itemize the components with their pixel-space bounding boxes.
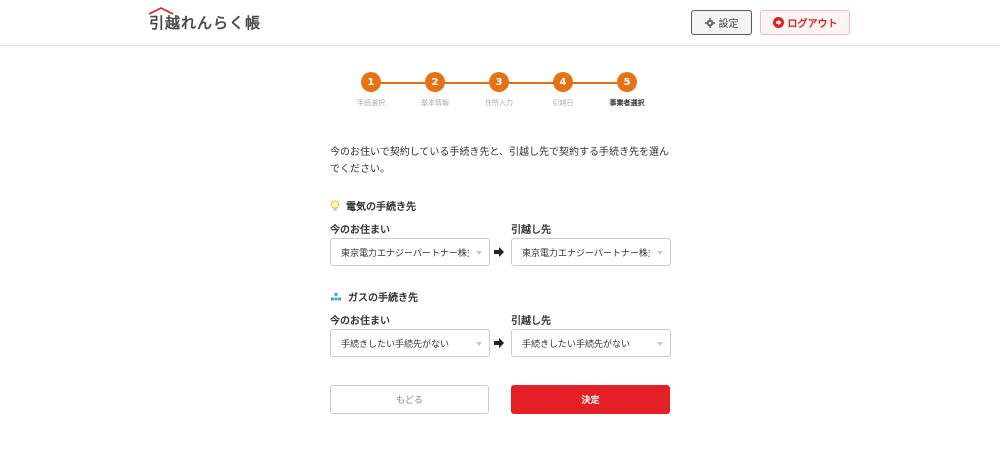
electric-current-value: 東京電力エナジーパートナー株式会社 (341, 248, 469, 259)
step-4-label: 引越日 (552, 99, 574, 107)
app-header: 引越れんらく帳 設定 ログアウト (0, 0, 1000, 46)
electric-new-label: 引越し先 (511, 225, 551, 236)
logout-icon (772, 17, 784, 28)
step-1-label: 手続選択 (357, 99, 385, 107)
gas-section-title: ガスの手続き先 (330, 289, 418, 304)
app-logo-text: 引越れんらく帳 (149, 14, 262, 32)
step-4-number: 4 (553, 72, 573, 92)
progress-stepper: 1 手続選択 2 基本情報 3 住所入力 4 引越日 5 事業者選択 (350, 72, 650, 112)
electric-new-value: 東京電力エナジーパートナー株式会社 (522, 248, 650, 259)
step-2: 2 基本情報 (405, 72, 465, 108)
arrow-right-icon (494, 338, 504, 348)
chevron-down-icon (476, 251, 482, 255)
step-2-number: 2 (425, 72, 445, 92)
gas-new-value: 手続きしたい手続先がない (522, 339, 631, 350)
electric-section-title: 電気の手続き先 (330, 198, 416, 213)
step-4: 4 引越日 (533, 72, 593, 108)
step-3: 3 住所入力 (469, 72, 529, 108)
electric-new-select[interactable]: 東京電力エナジーパートナー株式会社 (511, 238, 671, 266)
gas-new-label: 引越し先 (511, 316, 551, 327)
gas-new-select[interactable]: 手続きしたい手続先がない (511, 329, 671, 357)
instruction-text: 今のお住いで契約している手続き先と、引越し先で契約する手続き先を選んでください。 (330, 147, 669, 175)
logout-button[interactable]: ログアウト (760, 10, 850, 35)
settings-button[interactable]: 設定 (691, 10, 752, 35)
step-1: 1 手続選択 (341, 72, 401, 108)
light-bulb-icon (330, 199, 340, 211)
chevron-down-icon (657, 342, 663, 346)
step-3-label: 住所入力 (485, 99, 513, 107)
gear-icon (704, 17, 715, 28)
step-5-number: 5 (617, 72, 637, 92)
electric-current-select[interactable]: 東京電力エナジーパートナー株式会社 (330, 238, 490, 266)
step-5-label: 事業者選択 (609, 99, 645, 107)
roof-icon (148, 7, 174, 15)
logout-label: ログアウト (787, 19, 838, 30)
chevron-down-icon (476, 342, 482, 346)
gas-title-text: ガスの手続き先 (348, 293, 418, 304)
decide-button[interactable]: 決定 (511, 385, 670, 414)
electric-current-label: 今のお住まい (330, 225, 390, 236)
electric-title-text: 電気の手続き先 (346, 202, 416, 213)
gas-flame-icon (330, 292, 342, 301)
step-5: 5 事業者選択 (597, 72, 657, 108)
gas-current-select[interactable]: 手続きしたい手続先がない (330, 329, 490, 357)
arrow-right-icon (494, 247, 504, 257)
gas-current-value: 手続きしたい手続先がない (341, 339, 450, 350)
step-2-label: 基本情報 (421, 99, 449, 107)
settings-label: 設定 (718, 19, 739, 30)
app-logo[interactable]: 引越れんらく帳 (148, 7, 262, 33)
back-button[interactable]: もどる (330, 385, 489, 414)
step-1-number: 1 (361, 72, 381, 92)
gas-current-label: 今のお住まい (330, 316, 390, 327)
step-3-number: 3 (489, 72, 509, 92)
chevron-down-icon (657, 251, 663, 255)
